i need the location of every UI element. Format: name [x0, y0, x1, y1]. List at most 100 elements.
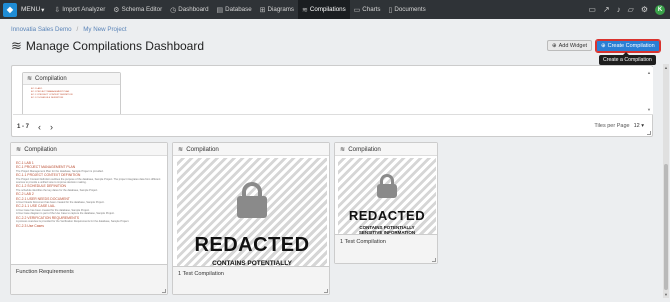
gear-icon[interactable]: ⚙ [641, 5, 648, 14]
tiles-per-page: Tiles per Page 12 ▾ [594, 123, 644, 129]
nav-label: Schema Editor [121, 6, 163, 13]
app-logo[interactable]: ◆ [3, 2, 17, 17]
plus-icon: ⊕ [552, 42, 557, 49]
resize-handle[interactable] [324, 289, 328, 293]
database-icon: ▤ [216, 6, 224, 14]
add-widget-button[interactable]: ⊕ Add Widget [547, 40, 593, 51]
lock-icon [377, 174, 397, 198]
doc-heading-line: EC.2.3 Use Cases [16, 223, 44, 228]
compilation-carousel: ≋ Compilation EC.1 LAB 1 EC.1 PROJECT MA… [11, 65, 653, 137]
widget-header: ≋ Compilation [11, 143, 167, 156]
nav-label: Dashboard [178, 6, 209, 13]
page-range: 1 - 7 [17, 124, 30, 130]
resize-handle[interactable] [432, 258, 436, 262]
widget-footer: 1 Test Compilation [173, 266, 329, 294]
widget-title: Compilation [348, 145, 381, 153]
breadcrumb-item-sales-demo[interactable]: Innovatia Sales Demo [11, 26, 72, 33]
carousel-scroll-area: ≋ Compilation EC.1 LAB 1 EC.1 PROJECT MA… [13, 67, 653, 115]
layers-icon: ≋ [27, 76, 33, 82]
chart-icon: ▭ [353, 6, 361, 14]
breadcrumb-separator: / [76, 26, 79, 33]
breadcrumb-item-project[interactable]: My New Project [83, 26, 126, 33]
menu-button[interactable]: MENU ▾ [21, 6, 44, 14]
resize-handle[interactable] [647, 131, 651, 135]
widget-header: ≋ Compilation [173, 143, 329, 156]
tooltip: Create a Compilation [599, 52, 656, 65]
nav-label: Compilations [309, 6, 346, 13]
tile-title: Compilation [35, 75, 67, 82]
prev-page-icon[interactable]: ‹ [38, 122, 41, 132]
page-header: ≋ Manage Compilations Dashboard [11, 38, 204, 54]
nav-compilations[interactable]: ≋ Compilations [298, 0, 350, 19]
widget-footer: 1 Test Compilation [335, 234, 437, 263]
redacted-preview: REDACTED CONTAINS POTENTIALLY SENSITIVE … [338, 158, 436, 235]
pagination: 1 - 7 ‹ › [17, 122, 53, 132]
next-page-icon[interactable]: › [50, 122, 53, 132]
scroll-up-icon[interactable]: ▲ [664, 65, 668, 70]
carousel-scrollbar[interactable]: ▲ ▼ [647, 70, 651, 112]
tiles-per-page-label: Tiles per Page [594, 123, 630, 129]
avatar[interactable]: K [655, 4, 665, 15]
nav-dashboard[interactable]: ◷ Dashboard [166, 0, 212, 19]
create-compilation-label: Create Compilation [607, 43, 655, 49]
nav-right-icons: ▭ ↗ ♪ ▱ ⚙ K [588, 4, 665, 15]
tile-header: ≋ Compilation [23, 73, 120, 85]
nav-database[interactable]: ▤ Database [213, 0, 256, 19]
top-nav: ◆ MENU ▾ ⇩ Import Analyzer ⚙ Schema Edit… [0, 0, 670, 19]
nav-label: Database [225, 6, 252, 13]
widget-header: ≋ Compilation [335, 143, 437, 156]
document-preview: EC.1 LAB 1 EC.1 PROJECT MANAGEMENT PLAN Th… [16, 161, 162, 261]
compilation-tile[interactable]: ≋ Compilation EC.1 LAB 1 EC.1 PROJECT MA… [22, 72, 121, 114]
redacted-label: REDACTED [194, 234, 310, 256]
tile-preview: EC.1 LAB 1 EC.1 PROJECT MANAGEMENT PLAN … [31, 88, 112, 100]
nav-import-analyzer[interactable]: ⇩ Import Analyzer [50, 0, 109, 19]
menu-label: MENU [21, 6, 41, 13]
widget-title: Compilation [24, 145, 57, 153]
page-title: Manage Compilations Dashboard [25, 39, 205, 53]
nav-label: Diagrams [267, 6, 295, 13]
widget-title: Compilation [186, 145, 219, 153]
tiles-per-page-value: 12 [633, 123, 640, 129]
download-icon: ⇩ [54, 6, 61, 14]
scroll-down-icon[interactable]: ▼ [664, 292, 668, 297]
layers-icon: ≋ [11, 38, 22, 53]
widget-name: Function Requirements [16, 269, 74, 275]
page-scrollbar[interactable]: ▲ ▼ [663, 64, 669, 298]
tiles-per-page-select[interactable]: 12 ▾ [634, 123, 644, 129]
breadcrumb: Innovatia Sales Demo / My New Project [11, 26, 127, 33]
preview-line: EC.1.2 SCHEDULE DEFINITION [31, 97, 64, 99]
nav-schema-editor[interactable]: ⚙ Schema Editor [109, 0, 166, 19]
chat-icon[interactable]: ▭ [588, 5, 596, 14]
nav-documents[interactable]: ▯ Documents [385, 0, 430, 19]
layers-icon: ≋ [340, 145, 346, 153]
resize-handle[interactable] [162, 289, 166, 293]
plus-circle-icon: ⊕ [601, 43, 606, 49]
schema-icon: ⚙ [113, 6, 120, 14]
layers-icon: ≋ [302, 6, 308, 14]
caret-down-icon: ▾ [41, 6, 45, 14]
layers-icon: ≋ [16, 145, 22, 153]
bell-icon[interactable]: ♪ [617, 5, 621, 14]
lock-icon [237, 182, 267, 218]
nav-diagrams[interactable]: ⊞ Diagrams [256, 0, 298, 19]
nav-label: Charts [362, 6, 381, 13]
nav-charts[interactable]: ▭ Charts [350, 0, 385, 19]
compilation-widget[interactable]: ≋ Compilation REDACTED CONTAINS POTENTIA… [172, 142, 330, 295]
layers-icon: ≋ [178, 145, 184, 153]
compilation-widget[interactable]: ≋ Compilation REDACTED CONTAINS POTENTIA… [334, 142, 438, 264]
scroll-down-icon[interactable]: ▼ [647, 107, 651, 112]
nav-label: Import Analyzer [62, 6, 106, 13]
scrollbar-thumb[interactable] [664, 164, 668, 290]
folder-icon[interactable]: ▱ [628, 5, 634, 14]
share-icon[interactable]: ↗ [603, 5, 610, 14]
redacted-preview: REDACTED CONTAINS POTENTIALLY [177, 158, 327, 267]
scroll-up-icon[interactable]: ▲ [647, 70, 651, 75]
widget-footer: Function Requirements [11, 264, 167, 294]
widget-name: 1 Test Compilation [178, 271, 224, 277]
compilation-widget[interactable]: ≋ Compilation EC.1 LAB 1 EC.1 PROJECT MAN… [10, 142, 168, 295]
redacted-label: REDACTED [348, 208, 426, 223]
nav-label: Documents [394, 6, 426, 13]
widget-name: 1 Test Compilation [340, 239, 386, 245]
add-widget-label: Add Widget [558, 42, 588, 49]
create-compilation-button[interactable]: ⊕ Create Compilation [595, 39, 661, 53]
